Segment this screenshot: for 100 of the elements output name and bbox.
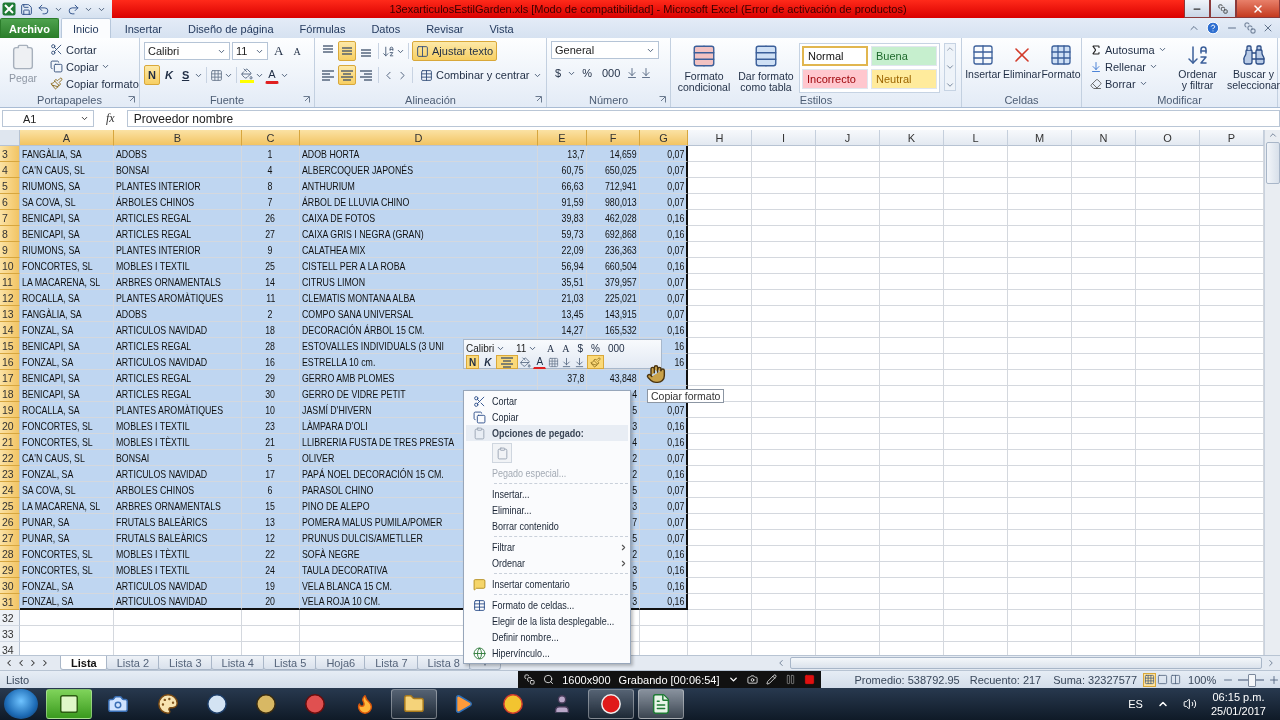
- format-as-table-button[interactable]: Dar formato como tabla: [737, 41, 795, 93]
- currency-button[interactable]: $: [574, 341, 587, 355]
- row-header[interactable]: 33: [0, 626, 20, 642]
- shrink-font-button[interactable]: A: [289, 41, 305, 61]
- autosum-button[interactable]: Autosuma: [1086, 41, 1171, 58]
- insert-cells-button[interactable]: Insertar: [966, 41, 1000, 93]
- column-header[interactable]: I: [752, 130, 816, 146]
- row-header[interactable]: 13: [0, 306, 20, 322]
- formula-field[interactable]: Proveedor nombre: [126, 110, 1280, 127]
- grow-font-button[interactable]: A: [270, 41, 288, 61]
- row-header[interactable]: 9: [0, 242, 20, 258]
- sheet-tab[interactable]: Lista: [60, 656, 108, 671]
- thousands-button[interactable]: 000: [604, 341, 628, 355]
- menu-item[interactable]: Elegir de la lista desplegable...: [492, 613, 642, 629]
- clock-time[interactable]: 06:15 p.m.: [1212, 691, 1265, 704]
- row-header[interactable]: 32: [0, 610, 20, 626]
- row-header[interactable]: 11: [0, 274, 20, 290]
- cut-button[interactable]: Cortar: [46, 41, 143, 58]
- row-header[interactable]: 16: [0, 354, 20, 370]
- sort-filter-button[interactable]: Ordenar y filtrar: [1174, 41, 1221, 93]
- column-header[interactable]: H: [688, 130, 752, 146]
- copy-button[interactable]: Copiar: [46, 58, 143, 75]
- name-box[interactable]: A1: [2, 110, 94, 127]
- wrap-text-button[interactable]: Ajustar texto: [412, 41, 498, 61]
- percent-button[interactable]: %: [588, 341, 603, 355]
- sheet-tab[interactable]: Lista 4: [210, 656, 265, 671]
- font-color-button[interactable]: A: [533, 355, 547, 369]
- menu-item[interactable]: Definir nombre...: [492, 629, 628, 645]
- column-header[interactable]: D: [300, 130, 538, 146]
- row-header[interactable]: 5: [0, 178, 20, 194]
- row-header[interactable]: 22: [0, 450, 20, 466]
- ribbon-tab[interactable]: Diseño de página: [175, 18, 286, 38]
- format-painter-button[interactable]: Copiar formato: [46, 75, 143, 92]
- ribbon-tab[interactable]: Revisar: [414, 18, 476, 38]
- column-header[interactable]: A: [20, 130, 114, 146]
- sheet-tab[interactable]: Lista 3: [158, 656, 213, 671]
- row-header[interactable]: 21: [0, 434, 20, 450]
- row-header[interactable]: 24: [0, 482, 20, 498]
- sheet-tab[interactable]: Lista 5: [262, 656, 318, 671]
- language-indicator[interactable]: ES: [1128, 698, 1143, 711]
- font-color-button[interactable]: A: [265, 66, 279, 84]
- row-header[interactable]: 14: [0, 322, 20, 338]
- row-header[interactable]: 15: [0, 338, 20, 354]
- shrink-font-button[interactable]: A: [559, 341, 573, 355]
- currency-button[interactable]: $: [551, 63, 566, 83]
- underline-button[interactable]: S: [177, 65, 194, 85]
- ribbon-tab[interactable]: Datos: [359, 18, 413, 38]
- percent-button[interactable]: %: [578, 63, 596, 83]
- column-header[interactable]: F: [587, 130, 640, 146]
- column-header[interactable]: M: [1008, 130, 1072, 146]
- italic-button[interactable]: K: [481, 355, 495, 369]
- clock-date[interactable]: 25/01/2017: [1210, 705, 1266, 718]
- row-header[interactable]: 17: [0, 370, 20, 386]
- row-header[interactable]: 6: [0, 194, 20, 210]
- column-header[interactable]: L: [944, 130, 1008, 146]
- row-header[interactable]: 28: [0, 546, 20, 562]
- ribbon-tab[interactable]: Insertar: [112, 18, 174, 38]
- row-header[interactable]: 8: [0, 226, 20, 242]
- row-header[interactable]: 4: [0, 162, 20, 178]
- sheet-tab[interactable]: Hoja6: [315, 656, 367, 671]
- column-header[interactable]: E: [538, 130, 587, 146]
- file-tab[interactable]: Archivo: [0, 18, 59, 38]
- column-header[interactable]: G: [640, 130, 688, 146]
- row-header[interactable]: 27: [0, 530, 20, 546]
- column-header[interactable]: B: [114, 130, 242, 146]
- row-header[interactable]: 34: [0, 642, 20, 656]
- cell-style-item[interactable]: Normal: [802, 46, 868, 66]
- row-header[interactable]: 26: [0, 514, 20, 530]
- row-header[interactable]: 3: [0, 146, 20, 162]
- delete-cells-button[interactable]: Eliminar: [1004, 41, 1040, 93]
- row-header[interactable]: 7: [0, 210, 20, 226]
- sheet-tab[interactable]: Lista 2: [105, 656, 161, 671]
- thousands-button[interactable]: 000: [597, 63, 625, 83]
- row-header[interactable]: 29: [0, 562, 20, 578]
- merge-center-button[interactable]: Combinar y centrar: [416, 65, 546, 85]
- column-header[interactable]: O: [1136, 130, 1200, 146]
- sheet-tab[interactable]: Lista 8: [416, 656, 471, 671]
- font-name-field[interactable]: Calibri: [466, 341, 514, 355]
- function-label[interactable]: fx: [98, 111, 123, 126]
- sheet-tab[interactable]: Lista 7: [364, 656, 419, 671]
- font-name-field[interactable]: Calibri: [144, 42, 230, 60]
- grow-font-button[interactable]: A: [544, 341, 558, 355]
- italic-button[interactable]: K: [160, 65, 177, 85]
- menu-item[interactable]: Hipervínculo...: [492, 645, 628, 661]
- row-header[interactable]: 31: [0, 594, 20, 610]
- row-header[interactable]: 18: [0, 386, 20, 402]
- font-size-field[interactable]: 11: [232, 42, 268, 60]
- column-header[interactable]: K: [880, 130, 944, 146]
- ribbon-tab[interactable]: Fórmulas: [287, 18, 358, 38]
- column-header[interactable]: J: [816, 130, 880, 146]
- row-header[interactable]: 19: [0, 402, 20, 418]
- bold-button[interactable]: N: [144, 65, 160, 85]
- row-header[interactable]: 12: [0, 290, 20, 306]
- cell-style-item[interactable]: Neutral: [871, 69, 937, 89]
- column-header[interactable]: N: [1072, 130, 1136, 146]
- ribbon-tab[interactable]: Inicio: [60, 18, 111, 38]
- number-format-field[interactable]: General: [551, 41, 659, 59]
- fill-button[interactable]: Rellenar: [1086, 58, 1171, 75]
- row-header[interactable]: 20: [0, 418, 20, 434]
- row-header[interactable]: 30: [0, 578, 20, 594]
